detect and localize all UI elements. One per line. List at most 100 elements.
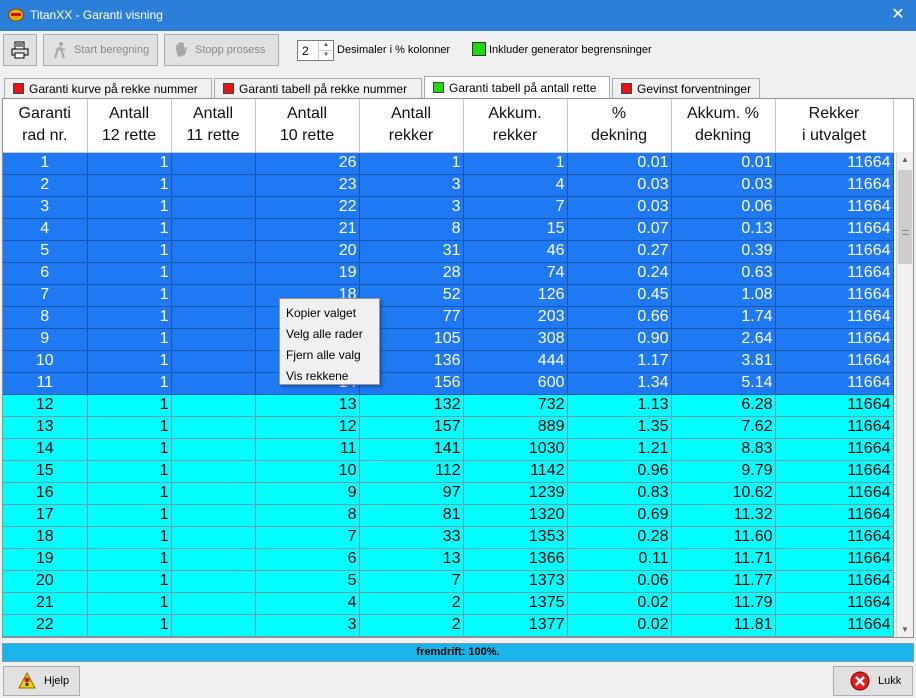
- print-button[interactable]: [3, 34, 37, 66]
- table-cell: 7: [255, 526, 360, 549]
- help-button[interactable]: Hjelp: [3, 666, 80, 696]
- table-cell: 1: [87, 394, 172, 417]
- table-cell: 5: [255, 570, 360, 593]
- column-header[interactable]: Antall 10 rette: [255, 99, 360, 153]
- table-row[interactable]: 12 1 13 132 732 1.13 6.28 11664: [3, 394, 894, 417]
- table-cell: 5.14: [671, 372, 776, 395]
- app-logo-icon: [8, 8, 24, 22]
- table-cell: 11664: [775, 372, 894, 395]
- table-cell: 1: [87, 592, 172, 615]
- table-cell: 1366: [463, 548, 568, 571]
- scroll-thumb[interactable]: [898, 170, 912, 264]
- menu-item-clear-selection[interactable]: Fjern alle valg: [286, 348, 361, 362]
- table-cell: 0.63: [671, 262, 776, 285]
- table-cell: 11664: [775, 240, 894, 263]
- table-cell: [171, 328, 256, 351]
- tab-garanti-tabell-antall[interactable]: Garanti tabell på antall rette: [424, 76, 610, 98]
- table-row[interactable]: 6 1 19 28 74 0.24 0.63 11664: [3, 262, 894, 285]
- table-row[interactable]: 2 1 23 3 4 0.03 0.03 11664: [3, 174, 894, 197]
- stepper-down-icon[interactable]: ▼: [319, 50, 333, 59]
- table-cell: 1: [87, 526, 172, 549]
- table-row[interactable]: 20 1 5 7 1373 0.06 11.77 11664: [3, 570, 894, 593]
- table-row[interactable]: 21 1 4 2 1375 0.02 11.79 11664: [3, 592, 894, 615]
- window-close-button[interactable]: ✕: [888, 4, 908, 26]
- tab-garanti-tabell-rekke[interactable]: Garanti tabell på rekke nummer: [214, 78, 422, 98]
- include-generator-toggle[interactable]: [472, 42, 486, 56]
- table-cell: 1: [87, 372, 172, 395]
- data-grid[interactable]: Garanti rad nr. Antall 12 rette Antall 11 …: [2, 98, 914, 638]
- table-cell: 11664: [775, 284, 894, 307]
- table-cell: 1: [3, 152, 88, 175]
- table-cell: [171, 570, 256, 593]
- table-row[interactable]: 3 1 22 3 7 0.03 0.06 11664: [3, 196, 894, 219]
- table-cell: 3.81: [671, 350, 776, 373]
- table-cell: 10.62: [671, 482, 776, 505]
- table-row[interactable]: 5 1 20 31 46 0.27 0.39 11664: [3, 240, 894, 263]
- column-header[interactable]: Antall 12 rette: [87, 99, 172, 153]
- table-cell: [171, 240, 256, 263]
- green-square-icon: [433, 82, 444, 93]
- table-cell: 1: [87, 152, 172, 175]
- table-row[interactable]: 14 1 11 141 1030 1.21 8.83 11664: [3, 438, 894, 461]
- scroll-down-icon[interactable]: ▼: [897, 622, 913, 637]
- table-cell: 23: [255, 174, 360, 197]
- table-cell: 732: [463, 394, 568, 417]
- table-row[interactable]: 15 1 10 112 1142 0.96 9.79 11664: [3, 460, 894, 483]
- table-cell: 11664: [775, 218, 894, 241]
- table-row[interactable]: 101151364441.173.8111664: [3, 350, 894, 373]
- table-row[interactable]: 13 1 12 157 889 1.35 7.62 11664: [3, 416, 894, 439]
- column-header[interactable]: % dekning: [567, 99, 672, 153]
- menu-item-copy-selection[interactable]: Kopier valget: [286, 306, 356, 320]
- column-header[interactable]: Antall 11 rette: [171, 99, 256, 153]
- tab-label: Garanti kurve på rekke nummer: [29, 81, 198, 96]
- table-cell: 28: [359, 262, 464, 285]
- table-cell: 1: [87, 570, 172, 593]
- table-cell: 11664: [775, 460, 894, 483]
- menu-item-select-all[interactable]: Velg alle rader: [286, 327, 363, 341]
- column-header[interactable]: Akkum. rekker: [463, 99, 568, 153]
- table-cell: 26: [255, 152, 360, 175]
- column-header[interactable]: Akkum. % dekning: [671, 99, 776, 153]
- tab-garanti-kurve[interactable]: Garanti kurve på rekke nummer: [4, 78, 212, 98]
- table-cell: 19: [255, 262, 360, 285]
- table-cell: 3: [3, 196, 88, 219]
- table-cell: 2: [3, 174, 88, 197]
- table-cell: 74: [463, 262, 568, 285]
- table-row[interactable]: 7 1 18 52 126 0.45 1.08 11664: [3, 284, 894, 307]
- decimals-stepper[interactable]: 2 ▲ ▼: [297, 40, 334, 61]
- table-cell: 81: [359, 504, 464, 527]
- table-row[interactable]: 17 1 8 81 1320 0.69 11.32 11664: [3, 504, 894, 527]
- table-row[interactable]: 91161053080.902.6411664: [3, 328, 894, 351]
- vertical-scrollbar[interactable]: ▲ ▼: [896, 152, 913, 637]
- table-cell: 11664: [775, 152, 894, 175]
- table-cell: 1142: [463, 460, 568, 483]
- table-row[interactable]: 4 1 21 8 15 0.07 0.13 11664: [3, 218, 894, 241]
- table-cell: 4: [463, 174, 568, 197]
- stop-process-button[interactable]: Stopp prosess: [164, 34, 279, 66]
- scroll-up-icon[interactable]: ▲: [897, 152, 913, 168]
- table-cell: 13: [255, 394, 360, 417]
- tab-gevinst[interactable]: Gevinst forventninger: [612, 78, 760, 98]
- table-cell: 2: [359, 592, 464, 615]
- table-row[interactable]: 1 1 26 1 1 0.01 0.01 11664: [3, 152, 894, 175]
- table-row[interactable]: 16 1 9 97 1239 0.83 10.62 11664: [3, 482, 894, 505]
- stepper-up-icon[interactable]: ▲: [319, 41, 333, 50]
- table-row[interactable]: 22 1 3 2 1377 0.02 11.81 11664: [3, 614, 894, 637]
- table-cell: 1.35: [567, 416, 672, 439]
- table-cell: 13: [359, 548, 464, 571]
- column-header[interactable]: Rekker i utvalget: [775, 99, 894, 153]
- table-cell: [171, 372, 256, 395]
- close-button[interactable]: Lukk: [833, 666, 913, 696]
- table-row[interactable]: 8117772030.661.7411664: [3, 306, 894, 329]
- start-calculation-button[interactable]: Start beregning: [43, 34, 158, 66]
- table-row[interactable]: 111141566001.345.1411664: [3, 372, 894, 395]
- table-cell: 11664: [775, 196, 894, 219]
- table-row[interactable]: 18 1 7 33 1353 0.28 11.60 11664: [3, 526, 894, 549]
- tab-label: Garanti tabell på rekke nummer: [239, 81, 408, 96]
- column-header[interactable]: Garanti rad nr.: [3, 99, 88, 153]
- table-cell: 4: [255, 592, 360, 615]
- table-cell: 6: [255, 548, 360, 571]
- column-header[interactable]: Antall rekker: [359, 99, 464, 153]
- menu-item-show-rows[interactable]: Vis rekkene: [286, 369, 348, 383]
- table-row[interactable]: 19 1 6 13 1366 0.11 11.71 11664: [3, 548, 894, 571]
